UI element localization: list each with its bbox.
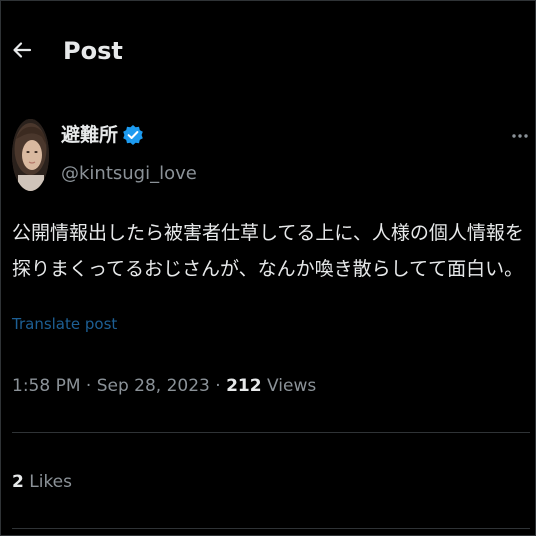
more-horizontal-icon [512,134,528,138]
divider [12,528,530,529]
likes-label: Likes [29,472,72,492]
views-label: Views [267,376,317,396]
username[interactable]: @kintsugi_love [61,162,197,186]
translate-post-link[interactable]: Translate post [12,314,117,334]
likes-link[interactable]: 2 Likes [12,470,72,494]
post-date[interactable]: Sep 28, 2023 [97,376,210,396]
likes-count: 2 [12,472,24,492]
page-title: Post [63,37,123,65]
page-header: Post [1,1,536,101]
views-count: 212 [226,376,262,396]
back-button[interactable] [9,37,35,63]
display-name[interactable]: 避難所 [61,123,118,147]
post-text: 公開情報出したら被害者仕草してる上に、人様の個人情報を探りまくってるおじさんが、… [12,222,524,280]
arrow-left-icon [13,42,32,58]
divider [12,432,530,433]
post-detail-panel: Post 避難所 @kintsugi_love 公開情報出したら被害者仕草してる… [0,0,536,536]
author-name-row: 避難所 [61,122,144,148]
avatar[interactable] [12,119,49,191]
post-time[interactable]: 1:58 PM [12,376,81,396]
meta-separator: · [215,376,221,396]
more-options-button[interactable] [509,129,531,143]
meta-separator: · [85,376,92,396]
verified-badge-icon [122,124,144,146]
avatar-image [12,119,49,191]
post-meta: 1:58 PM · Sep 28, 2023 · 212 Views [12,374,316,398]
